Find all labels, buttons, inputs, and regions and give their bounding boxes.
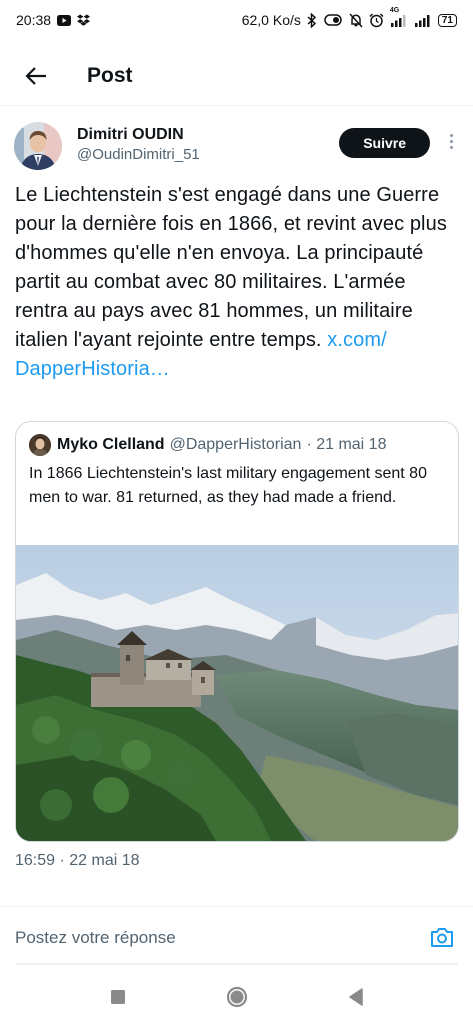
alarm-icon [369,12,384,28]
vibrate-icon [323,14,343,26]
quoted-post-date: · 21 mai 18 [306,436,387,453]
recents-button[interactable] [106,985,130,1009]
page-title: Post [87,63,133,87]
author-name[interactable]: Dimitri OUDIN [77,125,200,145]
battery-icon: 71 [437,13,457,27]
quoted-post-header: Myko Clelland @DapperHistorian · 21 mai … [16,422,458,458]
youtube-icon [57,14,72,26]
post-text: Le Liechtenstein s'est engagé dans une G… [15,184,447,351]
battery-level: 71 [441,14,453,26]
quoted-author-name: Myko Clelland [57,436,165,453]
arrow-left-icon [25,66,46,85]
dropbox-icon [77,14,91,26]
bluetooth-icon [307,12,317,28]
status-time: 20:38 [16,12,52,28]
home-button[interactable] [225,985,249,1009]
follow-button[interactable]: Suivre [339,128,430,158]
status-right: 62,0 Ko/s 4G 71 [241,7,457,28]
quoted-post[interactable]: Myko Clelland @DapperHistorian · 21 mai … [15,421,459,842]
camera-icon [431,928,453,947]
author-handle[interactable]: @OudinDimitri_51 [77,145,200,165]
top-app-bar: Post [0,46,473,106]
author-avatar[interactable] [14,122,62,170]
status-bar: 20:38 62,0 Ko/s 4G 71 [0,0,473,40]
camera-button[interactable] [428,924,456,952]
triangle-back-icon [348,988,363,1006]
post-author: Dimitri OUDIN @OudinDimitri_51 Suivre [14,122,459,174]
vertical-dots-icon[interactable] [447,134,455,154]
network-type: 4G [389,7,400,14]
signal-4g-icon: 4G [390,7,408,27]
status-left: 20:38 [16,12,91,28]
reply-bar [0,906,473,968]
system-back-button[interactable] [344,985,368,1009]
castle-photo [16,545,458,841]
reply-divider [15,963,458,965]
quoted-author-handle: @DapperHistorian [169,436,302,453]
network-speed: 62,0 Ko/s [241,12,301,28]
square-icon [110,990,125,1004]
quoted-author-avatar [29,434,51,456]
reply-input[interactable] [15,927,428,948]
author-names: Dimitri OUDIN @OudinDimitri_51 [77,122,200,165]
system-nav-bar [0,970,473,1024]
post-timestamp: 16:59 · 22 mai 18 [15,852,140,869]
muted-bell-icon [349,12,363,28]
signal-icon [414,13,432,27]
back-button[interactable] [20,60,52,92]
post-text-block: Le Liechtenstein s'est engagé dans une G… [15,181,451,384]
circle-icon [226,986,247,1008]
